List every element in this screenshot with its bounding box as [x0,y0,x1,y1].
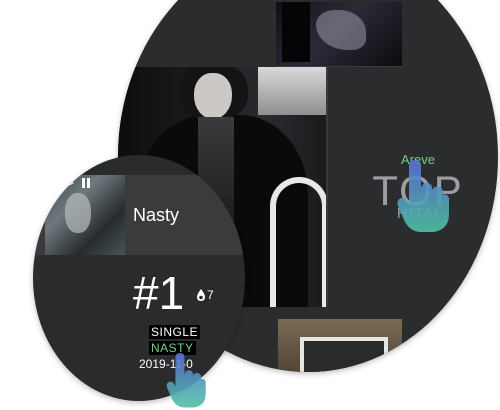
hand-pointer-icon [397,160,449,232]
fire-stat: 7 [196,288,214,302]
album-tile-top[interactable] [276,2,402,67]
divider [326,67,328,307]
playback-controls [63,177,92,189]
photo-chair [270,177,328,307]
fire-icon [197,289,205,301]
photo-face [194,73,232,119]
photo-window [258,67,328,115]
album-tile-bottom[interactable] [278,319,402,372]
hand-pointer-icon [166,353,206,408]
release-type: SINGLE [149,325,201,339]
single-detail-screen: Nasty #1 7 SINGLE NASTY 2019-11-0 [33,155,245,401]
cover-face [65,193,91,233]
play-icon[interactable] [63,177,75,189]
single-cover[interactable] [45,175,125,255]
photo-hand [316,10,366,50]
tile-window [300,337,388,372]
track-card[interactable]: Nasty [33,175,245,255]
chart-rank: #1 [133,267,185,319]
track-title[interactable]: Nasty [133,205,179,226]
fire-count: 7 [207,288,214,302]
pause-icon[interactable] [80,177,92,189]
photo-figure [282,2,310,62]
